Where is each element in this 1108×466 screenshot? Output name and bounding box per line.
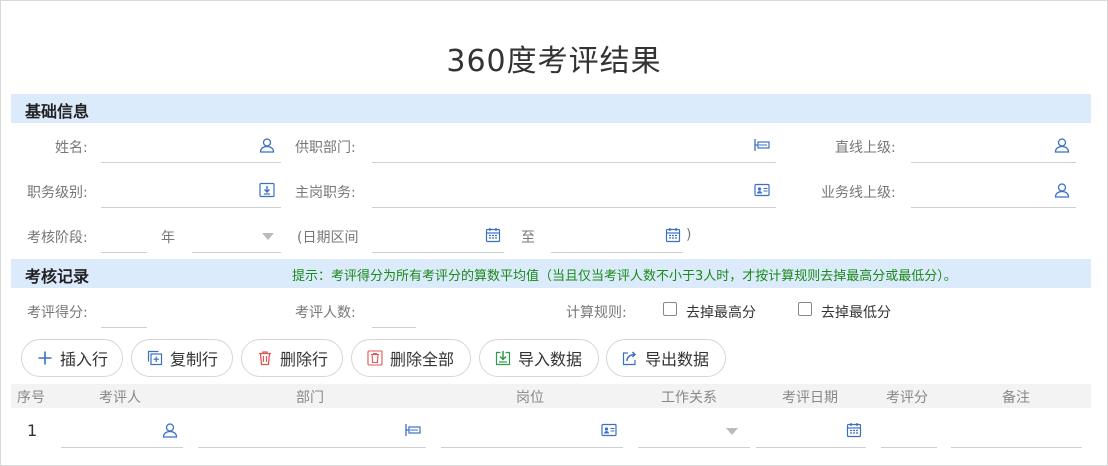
stage-year-field[interactable] (101, 223, 147, 253)
copy-row-label: 复制行 (170, 350, 219, 369)
delete-all-label: 删除全部 (390, 350, 455, 369)
date-range-label: (日期区间 (297, 230, 359, 246)
export-button[interactable]: 导出数据 (606, 339, 726, 377)
col-remark: 备注 (1002, 390, 1030, 406)
main-post-field[interactable] (372, 178, 776, 208)
trash-icon (256, 349, 274, 367)
copy-row-button[interactable]: 复制行 (131, 339, 233, 377)
business-superior-label: 业务线上级: (821, 185, 896, 201)
record-header: 考核记录 提示：考评得分为所有考评分的算数平均值（当且仅当考评人数不小于3人时，… (11, 259, 1091, 288)
rule-label: 计算规则: (566, 305, 627, 321)
direct-superior-label: 直线上级: (835, 140, 896, 156)
name-label: 姓名: (55, 140, 88, 156)
export-label: 导出数据 (645, 350, 710, 369)
col-index: 序号 (17, 390, 45, 406)
trash-all-icon (366, 349, 384, 367)
chevron-down-icon[interactable] (262, 233, 274, 240)
plus-icon (36, 349, 54, 367)
col-relation: 工作关系 (661, 390, 717, 406)
dept-label: 供职部门: (295, 140, 356, 156)
row-index: 1 (27, 421, 38, 440)
name-field[interactable] (101, 133, 281, 163)
col-date: 考评日期 (782, 390, 838, 406)
remove-max-label: 去掉最高分 (686, 305, 756, 321)
table-header: 序号 考评人 部门 岗位 工作关系 考评日期 考评分 备注 (11, 384, 1091, 408)
row-remark-field[interactable] (951, 418, 1082, 448)
col-score: 考评分 (886, 390, 928, 406)
import-icon (494, 349, 512, 367)
record-title: 考核记录 (25, 267, 90, 286)
insert-row-label: 插入行 (60, 350, 109, 369)
main-post-label: 主岗职务: (295, 185, 356, 201)
to-label: 至 (521, 230, 535, 246)
delete-all-button[interactable]: 删除全部 (351, 339, 471, 377)
basic-info-header: 基础信息 (11, 94, 1091, 123)
count-label: 考评人数: (295, 305, 356, 321)
id-card-icon[interactable] (753, 181, 771, 199)
row-post-field[interactable] (441, 418, 623, 448)
count-field[interactable] (372, 298, 416, 328)
year-label: 年 (161, 230, 175, 246)
stage-label: 考核阶段: (27, 230, 88, 246)
remove-min-label: 去掉最低分 (821, 305, 891, 321)
id-card-icon[interactable] (600, 421, 618, 439)
level-icon[interactable] (258, 181, 276, 199)
org-icon[interactable] (753, 136, 771, 154)
dept-field[interactable] (372, 133, 776, 163)
delete-row-label: 删除行 (280, 350, 329, 369)
user-icon[interactable] (258, 136, 276, 154)
copy-icon (146, 349, 164, 367)
user-icon[interactable] (1053, 181, 1071, 199)
import-button[interactable]: 导入数据 (479, 339, 599, 377)
remove-max-checkbox[interactable] (663, 302, 677, 316)
user-icon[interactable] (1053, 136, 1071, 154)
job-level-field[interactable] (101, 178, 281, 208)
row-score-field[interactable] (881, 418, 937, 448)
calendar-icon[interactable] (484, 226, 502, 244)
page-title: 360度考评结果 (446, 44, 662, 79)
basic-info-title: 基础信息 (25, 102, 90, 121)
direct-superior-field[interactable] (911, 133, 1076, 163)
calendar-icon[interactable] (664, 226, 682, 244)
row-dept-field[interactable] (198, 418, 426, 448)
col-dept: 部门 (296, 390, 324, 406)
score-label: 考评得分: (27, 305, 88, 321)
calendar-icon[interactable] (845, 421, 863, 439)
delete-row-button[interactable]: 删除行 (241, 339, 343, 377)
job-level-label: 职务级别: (27, 185, 88, 201)
chevron-down-icon[interactable] (726, 428, 738, 435)
col-evaluator: 考评人 (99, 390, 141, 406)
insert-row-button[interactable]: 插入行 (21, 339, 123, 377)
user-icon[interactable] (161, 421, 179, 439)
org-icon[interactable] (404, 421, 422, 439)
remove-min-checkbox[interactable] (798, 302, 812, 316)
business-superior-field[interactable] (911, 178, 1076, 208)
close-paren: ) (686, 227, 692, 243)
export-icon (621, 349, 639, 367)
score-field[interactable] (101, 298, 147, 328)
record-tip: 提示：考评得分为所有考评分的算数平均值（当且仅当考评人数不小于3人时，才按计算规… (292, 269, 957, 284)
import-label: 导入数据 (518, 350, 583, 369)
col-post: 岗位 (516, 390, 544, 406)
